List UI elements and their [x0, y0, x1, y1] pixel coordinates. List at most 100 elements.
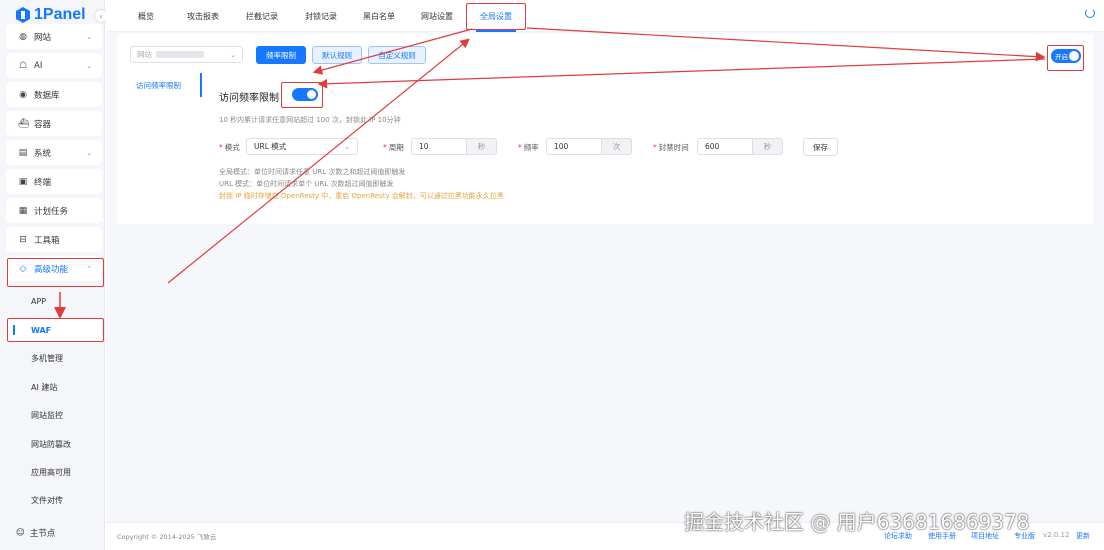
label-text: 周期: [388, 143, 404, 152]
period-value: 10: [419, 142, 429, 151]
submenu-label: 网站防篡改: [31, 439, 71, 449]
mode-select[interactable]: URL 模式 ⌄: [246, 138, 358, 155]
custom-rules-button[interactable]: 自定义规则: [368, 46, 426, 64]
version-label: v2.0.12: [1043, 531, 1070, 539]
sidebar-menu: ◍ 网站 ⌄ ☖ AI ⌄ ◉ 数据库 ⛴ 容器 ▤ 系统 ⌄ ▣ 终端 ▦ 计…: [6, 24, 102, 285]
sidebar-item-toolbox[interactable]: ⊟ 工具箱: [6, 227, 102, 252]
tab-label: 封锁记录: [305, 11, 337, 21]
left-tab-indicator: [200, 73, 202, 97]
ban-time-value: 600: [705, 142, 720, 151]
sidebar-item-terminal[interactable]: ▣ 终端: [6, 169, 102, 194]
default-rules-button[interactable]: 默认规则: [312, 46, 362, 64]
period-input[interactable]: 10: [411, 138, 467, 155]
sidebar-item-label: 计划任务: [34, 206, 69, 217]
annotation-box-rate-toggle: [281, 82, 323, 108]
sidebar-item-label: 数据库: [34, 90, 60, 101]
openresty-warning: 封锁 IP 临时存储在 OpenResty 中，重启 OpenResty 会解封…: [219, 192, 504, 200]
logo-icon: [16, 7, 30, 23]
tab-label: 网站设置: [421, 11, 453, 21]
chevron-down-icon: ⌄: [86, 148, 92, 157]
tab-site-settings[interactable]: 网站设置: [421, 0, 453, 32]
rate-limit-button[interactable]: 频率限制: [256, 46, 306, 64]
submenu-label: APP: [31, 296, 47, 306]
system-icon: ▤: [18, 147, 28, 158]
user-icon: ☺: [16, 528, 25, 538]
submenu-label: AI 建站: [31, 382, 58, 392]
rate-input[interactable]: 100: [546, 138, 602, 155]
left-tab-rate-limit[interactable]: 访问频率限制: [136, 80, 181, 91]
robot-icon: ☖: [18, 60, 28, 71]
tab-label: 概览: [138, 11, 154, 21]
save-button[interactable]: 保存: [803, 138, 838, 156]
submenu-item-ai-site[interactable]: AI 建站: [6, 375, 102, 399]
submenu-item-tamper-protect[interactable]: 网站防篡改: [6, 432, 102, 456]
calendar-icon: ▦: [18, 205, 28, 216]
ban-time-input[interactable]: 600: [697, 138, 753, 155]
section-description: 10 秒内累计请求任意网站超过 100 次，封锁此 IP 10分钟: [219, 116, 401, 124]
sidebar-item-website[interactable]: ◍ 网站 ⌄: [6, 24, 102, 49]
tab-intercept-log[interactable]: 拦截记录: [246, 0, 278, 32]
submenu-label: 网站监控: [31, 410, 63, 420]
tab-label: 攻击报表: [187, 11, 219, 21]
toolbox-icon: ⊟: [19, 234, 27, 245]
annotation-box-global-toggle: [1047, 45, 1084, 71]
site-select[interactable]: 网站 ⌄: [130, 46, 243, 63]
tab-block-log[interactable]: 封锁记录: [305, 0, 337, 32]
sidebar-item-container[interactable]: ⛴ 容器: [6, 111, 102, 136]
blurred-site-name: [156, 51, 204, 58]
sidebar-item-database[interactable]: ◉ 数据库: [6, 82, 102, 107]
ban-time-unit: 秒: [753, 138, 783, 155]
label-text: 封禁时间: [658, 143, 689, 152]
app-logo[interactable]: 1Panel: [16, 5, 86, 25]
label-text: 模式: [224, 143, 240, 152]
submenu-item-site-monitor[interactable]: 网站监控: [6, 403, 102, 427]
section-title: 访问频率限制: [219, 93, 279, 104]
tab-attack-report[interactable]: 攻击报表: [187, 0, 219, 32]
watermark: 掘金技术社区 @ 用户636816869378: [684, 510, 1030, 534]
annotation-box-global-tab: [466, 3, 526, 30]
rate-unit: 次: [602, 138, 632, 155]
logo-text: 1Panel: [34, 6, 86, 23]
submenu-item-app[interactable]: APP: [6, 289, 102, 313]
node-switcher[interactable]: ☺ 主节点: [16, 527, 55, 539]
sidebar-item-label: 终端: [34, 177, 52, 188]
global-mode-note: 全局模式：单位时间请求任意 URL 次数之和超过阈值即触发: [219, 168, 406, 176]
terminal-icon: ▣: [18, 176, 28, 187]
sidebar-item-cron[interactable]: ▦ 计划任务: [6, 198, 102, 223]
container-icon: ⛴: [18, 118, 30, 129]
submenu-item-ha[interactable]: 应用高可用: [6, 460, 102, 484]
button-label: 保存: [813, 142, 828, 152]
annotation-box-waf: [7, 318, 104, 342]
loading-spinner-icon: [1085, 8, 1095, 18]
rate-label: * 频率: [518, 143, 539, 152]
submenu-item-file-transfer[interactable]: 文件对传: [6, 488, 102, 512]
copyright: Copyright © 2014-2025 飞致云: [117, 533, 217, 541]
sidebar-item-label: AI: [34, 60, 43, 71]
ban-time-label: * 封禁时间: [653, 143, 689, 152]
button-label: 自定义规则: [378, 50, 416, 60]
chevron-down-icon: ⌄: [86, 61, 92, 70]
sidebar-item-ai[interactable]: ☖ AI ⌄: [6, 53, 102, 78]
period-unit: 秒: [467, 138, 497, 155]
tab-overview[interactable]: 概览: [138, 0, 154, 32]
sidebar-item-label: 系统: [34, 148, 52, 159]
chevron-down-icon: ⌄: [344, 142, 350, 151]
rate-value: 100: [554, 142, 569, 151]
mode-label: * 模式: [219, 143, 240, 152]
site-select-value: 网站: [137, 50, 152, 59]
unit-text: 秒: [763, 142, 772, 151]
button-label: 默认规则: [322, 50, 352, 60]
sidebar-item-label: 工具箱: [34, 235, 60, 246]
update-link[interactable]: 更新: [1076, 531, 1090, 541]
submenu-label: 多机管理: [31, 353, 63, 363]
tab-black-white-list[interactable]: 黑白名单: [363, 0, 395, 32]
tab-label: 拦截记录: [246, 11, 278, 21]
unit-text: 秒: [477, 142, 486, 151]
globe-icon: ◍: [19, 31, 27, 42]
unit-text: 次: [612, 142, 621, 151]
tab-label: 黑白名单: [363, 11, 395, 21]
submenu-item-multi-host[interactable]: 多机管理: [6, 346, 102, 370]
node-label: 主节点: [29, 529, 56, 539]
sidebar-item-system[interactable]: ▤ 系统 ⌄: [6, 140, 102, 165]
submenu-label: 文件对传: [31, 495, 63, 505]
